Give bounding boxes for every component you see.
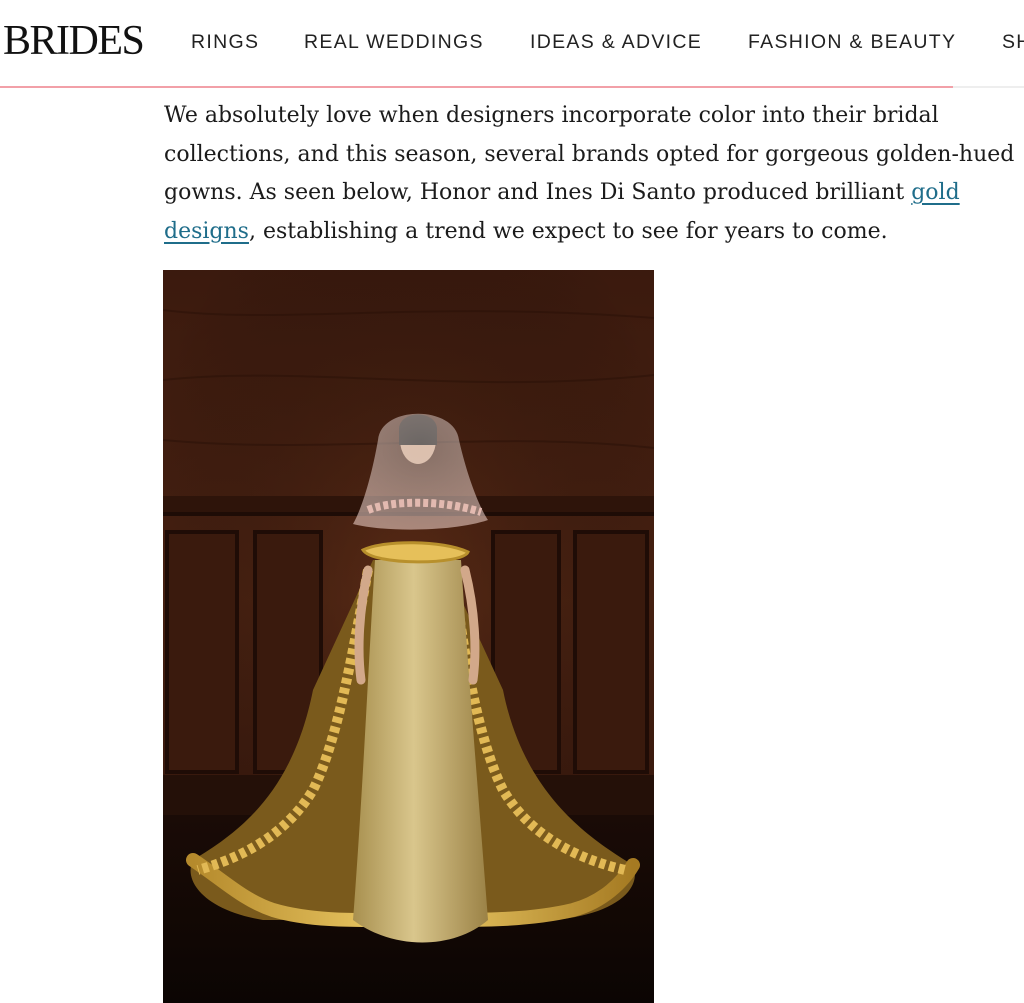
nav-item-ideas-advice[interactable]: IDEAS & ADVICE [530,30,702,54]
nav-item-shop-truncated[interactable]: SH [1002,30,1024,54]
nav-item-rings[interactable]: RINGS [191,30,259,54]
nav-item-real-weddings[interactable]: REAL WEDDINGS [304,30,484,54]
gown-photo[interactable] [163,270,654,1003]
paragraph-line-4: designs, establishing a trend we expect … [164,213,1024,252]
paragraph-text: gowns. As seen below, Honor and Ines Di … [164,180,912,205]
brides-logo[interactable]: BRIDES [3,17,145,65]
paragraph-line-3: gowns. As seen below, Honor and Ines Di … [164,174,1024,213]
gold-designs-link[interactable]: gold [911,180,959,205]
article-paragraph: We absolutely love when designers incorp… [164,97,1024,251]
gold-designs-link-continued[interactable]: designs [164,219,249,244]
paragraph-line-1: We absolutely love when designers incorp… [164,103,939,128]
paragraph-line-2: collections, and this season, several br… [164,141,1015,167]
nav-item-fashion-beauty[interactable]: FASHION & BEAUTY [748,30,956,54]
header-divider [953,86,1024,88]
site-header: BRIDES RINGS REAL WEDDINGS IDEAS & ADVIC… [0,0,1024,86]
photo-of-gold-ruffled-bridal-gown-icon [163,270,654,1003]
paragraph-text: , establishing a trend we expect to see … [248,218,888,244]
header-accent-line [0,86,953,88]
